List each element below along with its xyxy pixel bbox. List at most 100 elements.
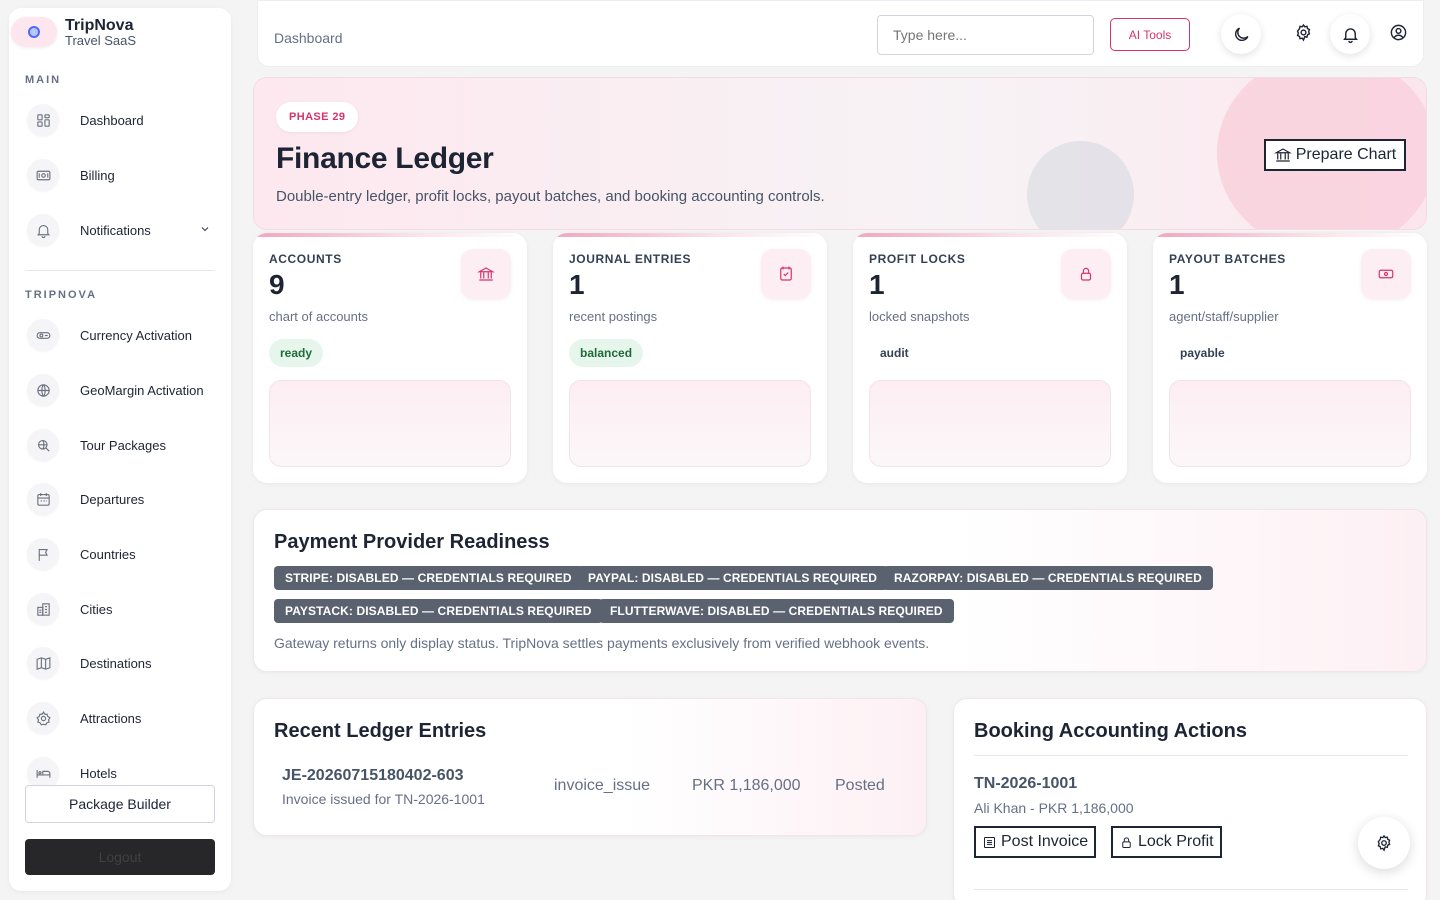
booking-id: TN-2026-1001 xyxy=(974,775,1078,792)
status-badge: audit xyxy=(880,346,909,360)
gear-icon xyxy=(1294,23,1313,42)
stat-description: agent/staff/supplier xyxy=(1169,309,1279,324)
post-invoice-label: Post Invoice xyxy=(1001,833,1089,850)
globe-icon xyxy=(27,374,59,406)
panel-title: Booking Accounting Actions xyxy=(974,720,1247,742)
flag-icon xyxy=(27,538,59,570)
card-accent-bar xyxy=(553,233,827,237)
sidebar-item-notifications[interactable]: Notifications xyxy=(27,210,217,250)
invoice-icon xyxy=(982,835,997,850)
brand[interactable]: TripNova Travel SaaS xyxy=(11,10,221,54)
recent-ledger-panel: Recent Ledger Entries JE-20260715180402-… xyxy=(253,698,927,836)
search-input[interactable] xyxy=(877,15,1094,55)
stat-value: 1 xyxy=(569,269,585,300)
sidebar-item-attractions[interactable]: Attractions xyxy=(27,698,217,738)
sidebar-item-label: Currency Activation xyxy=(80,327,192,343)
attractions-icon xyxy=(27,702,59,734)
status-badge: ready xyxy=(269,339,324,367)
stat-card-profit-locks: PROFIT LOCKS 1 locked snapshots audit xyxy=(853,233,1127,483)
provider-status-pill: PAYPAL: DISABLED — CREDENTIALS REQUIRED xyxy=(577,566,889,590)
package-builder-button[interactable]: Package Builder xyxy=(25,785,215,823)
sidebar-item-billing[interactable]: Billing xyxy=(27,155,217,195)
provider-status-pill: RAZORPAY: DISABLED — CREDENTIALS REQUIRE… xyxy=(883,566,1213,590)
panel-title: Recent Ledger Entries xyxy=(274,720,487,742)
calendar-icon xyxy=(27,483,59,515)
dark-mode-toggle[interactable] xyxy=(1221,14,1261,54)
sidebar-item-countries[interactable]: Countries xyxy=(27,534,217,574)
panel-divider xyxy=(974,889,1408,890)
gear-icon xyxy=(1375,834,1393,852)
lock-profit-button[interactable]: Lock Profit xyxy=(1111,826,1222,858)
booking-customer-amount: Ali Khan - PKR 1,186,000 xyxy=(974,800,1134,816)
map-icon xyxy=(27,647,59,679)
sidebar-item-currency-activation[interactable]: Currency Activation xyxy=(27,315,217,355)
sparkline-area xyxy=(269,380,511,467)
buildings-icon xyxy=(27,593,59,625)
status-badge: balanced xyxy=(569,339,644,367)
booking-accounting-panel: Booking Accounting Actions TN-2026-1001 … xyxy=(953,698,1427,900)
sidebar-item-label: Hotels xyxy=(80,765,117,781)
stat-label: JOURNAL ENTRIES xyxy=(569,252,692,266)
floating-settings-button[interactable] xyxy=(1358,817,1410,869)
sidebar-item-label: Billing xyxy=(80,167,115,183)
prepare-chart-button[interactable]: Prepare Chart xyxy=(1264,139,1406,171)
sidebar-item-label: Tour Packages xyxy=(80,437,166,453)
lock-profit-label: Lock Profit xyxy=(1138,833,1214,850)
post-invoice-button[interactable]: Post Invoice xyxy=(974,826,1097,858)
ledger-entry-amount: PKR 1,186,000 xyxy=(692,777,801,794)
provider-status-pill: PAYSTACK: DISABLED — CREDENTIALS REQUIRE… xyxy=(274,599,603,623)
ledger-entry-status: Posted xyxy=(835,777,885,794)
notifications-button[interactable] xyxy=(1330,14,1370,54)
sparkline-area xyxy=(869,380,1111,467)
ai-tools-button[interactable]: AI Tools xyxy=(1110,18,1190,51)
brand-name: TripNova xyxy=(65,16,134,34)
cash-icon xyxy=(1361,249,1411,299)
sidebar-item-tour-packages[interactable]: Tour Packages xyxy=(27,425,217,465)
provider-status-pill: STRIPE: DISABLED — CREDENTIALS REQUIRED xyxy=(274,566,583,590)
sidebar-item-label: Cities xyxy=(80,601,113,617)
bell-icon xyxy=(1341,25,1360,44)
hero-banner: PHASE 29 Finance Ledger Double-entry led… xyxy=(253,77,1427,230)
stat-description: locked snapshots xyxy=(869,309,970,324)
chevron-down-icon[interactable] xyxy=(199,223,211,238)
breadcrumb[interactable]: Dashboard xyxy=(274,30,343,46)
bell-icon xyxy=(27,214,59,246)
logout-button[interactable]: Logout xyxy=(25,839,215,875)
sidebar-item-destinations[interactable]: Destinations xyxy=(27,643,217,683)
sidebar-item-label: Notifications xyxy=(80,222,151,238)
stat-value: 9 xyxy=(269,269,285,300)
sparkline-area xyxy=(569,380,811,467)
settings-button[interactable] xyxy=(1283,12,1323,52)
brand-logo-icon xyxy=(11,17,57,47)
user-circle-icon xyxy=(1389,23,1408,42)
sidebar-item-label: Destinations xyxy=(80,655,152,671)
bank-icon xyxy=(1273,146,1292,164)
decorative-blob xyxy=(1027,141,1134,229)
ledger-entry-type: invoice_issue xyxy=(554,777,651,794)
sidebar-item-label: Attractions xyxy=(80,710,142,726)
card-accent-bar xyxy=(1153,233,1427,237)
payment-provider-panel: Payment Provider Readiness STRIPE: DISAB… xyxy=(253,509,1427,672)
status-badge: payable xyxy=(1180,346,1225,360)
card-accent-bar xyxy=(253,233,527,237)
sidebar-item-label: Countries xyxy=(80,546,136,562)
stat-description: recent postings xyxy=(569,309,658,324)
profile-button[interactable] xyxy=(1378,12,1418,52)
panel-title: Payment Provider Readiness xyxy=(274,531,550,553)
provider-status-pill: FLUTTERWAVE: DISABLED — CREDENTIALS REQU… xyxy=(599,599,954,623)
brand-subtitle: Travel SaaS xyxy=(65,32,137,48)
stat-description: chart of accounts xyxy=(269,309,368,324)
sidebar-item-departures[interactable]: Departures xyxy=(27,479,217,519)
sidebar-item-geomargin-activation[interactable]: GeoMargin Activation xyxy=(27,370,217,410)
section-label-main: MAIN xyxy=(25,74,62,86)
lock-icon xyxy=(1061,249,1111,299)
page-title: Finance Ledger xyxy=(276,142,494,175)
top-header: Dashboard AI Tools xyxy=(257,0,1424,67)
stat-card-accounts: ACCOUNTS 9 chart of accounts ready xyxy=(253,233,527,483)
sidebar-item-dashboard[interactable]: Dashboard xyxy=(27,100,217,140)
page-subtitle: Double-entry ledger, profit locks, payou… xyxy=(276,188,825,205)
stat-card-payout-batches: PAYOUT BATCHES 1 agent/staff/supplier pa… xyxy=(1153,233,1427,483)
stat-label: PROFIT LOCKS xyxy=(869,252,966,266)
card-accent-bar xyxy=(853,233,1127,237)
sidebar-item-cities[interactable]: Cities xyxy=(27,589,217,629)
